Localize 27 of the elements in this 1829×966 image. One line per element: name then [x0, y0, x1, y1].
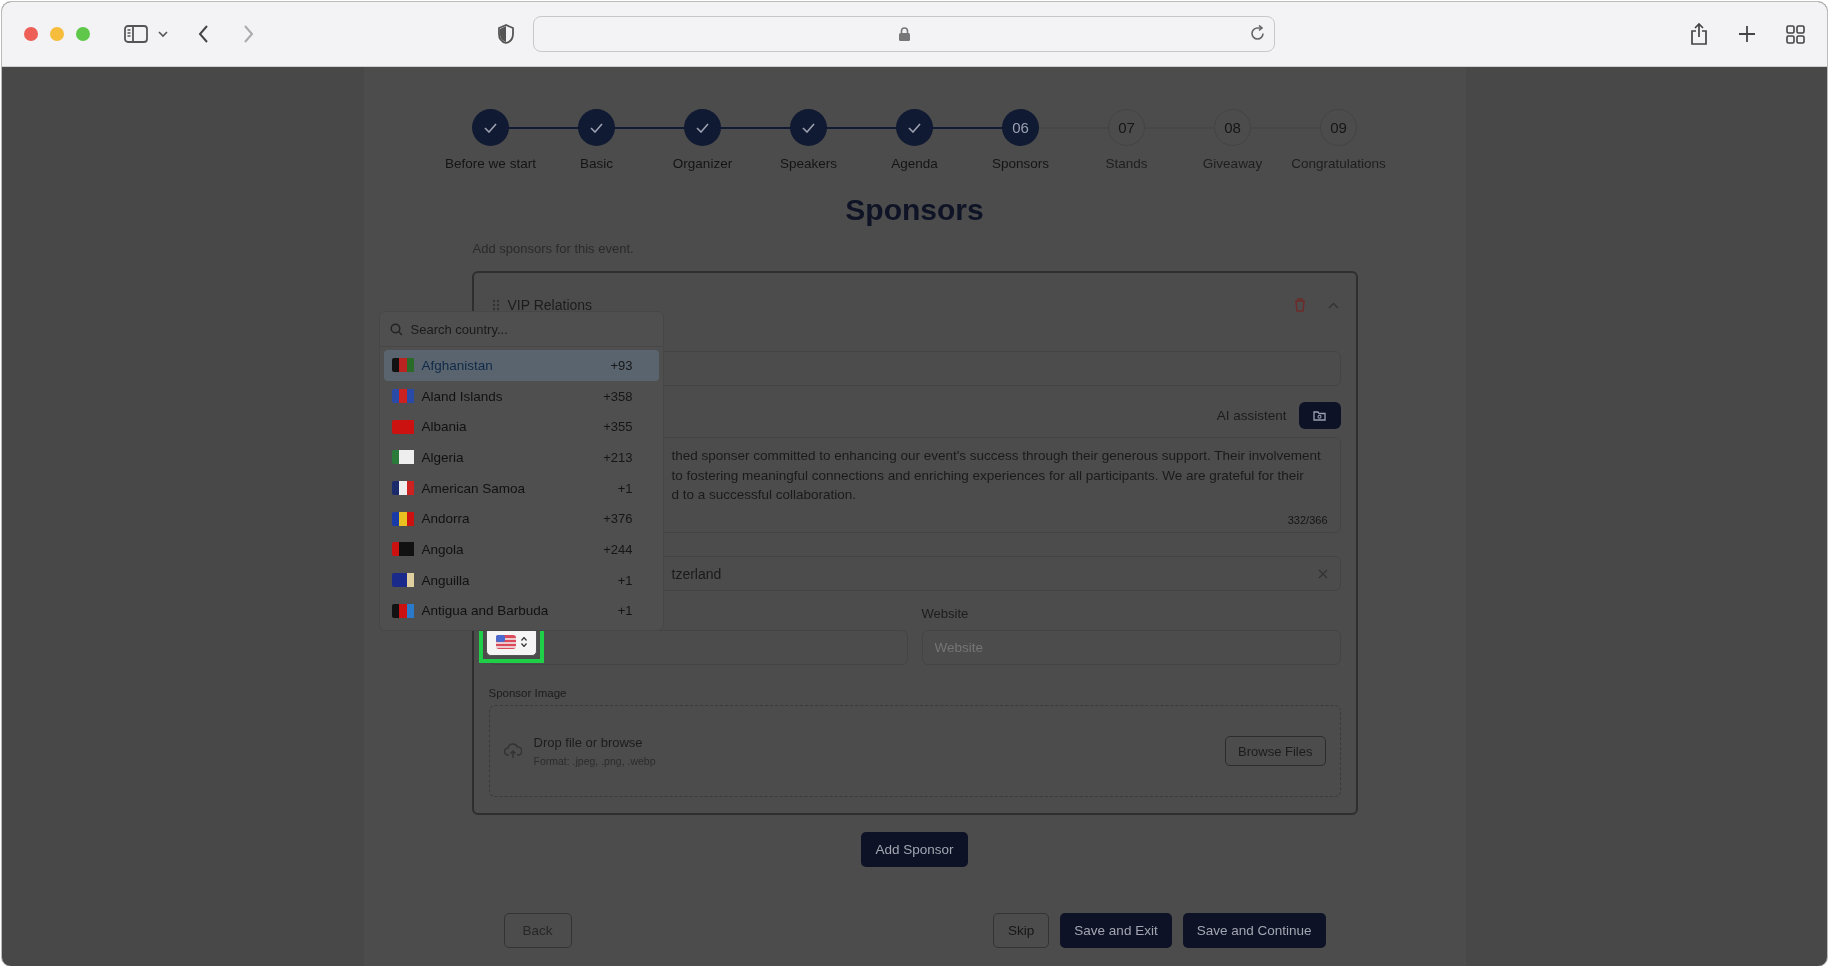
country-name: Andorra [421, 511, 470, 527]
country-name: Aland Islands [421, 388, 503, 404]
step-label: Agenda [891, 156, 938, 171]
dial-code: +355 [603, 419, 633, 435]
step-label: Sponsors [991, 156, 1049, 171]
country-name: Albania [421, 419, 467, 435]
country-name: Afghanistan [421, 357, 493, 373]
dial-code: +93 [610, 357, 633, 373]
country-name: Antigua and Barbuda [421, 603, 549, 619]
dial-code: +376 [603, 511, 633, 527]
step-label: Before we start [445, 156, 536, 171]
dial-code: +1 [617, 603, 633, 619]
step-label: Speakers [779, 156, 837, 171]
country-name: Anguilla [421, 572, 470, 588]
page-title: Sponsors [845, 193, 984, 227]
dial-code: +1 [617, 572, 633, 588]
dial-code: +1 [617, 480, 633, 496]
step-label: Organizer [672, 156, 733, 171]
country-name: Algeria [421, 449, 464, 465]
dial-code: +213 [603, 449, 633, 465]
step-circle: 06 [1002, 109, 1039, 146]
dial-code: +244 [603, 541, 633, 557]
dial-code: +358 [603, 388, 633, 404]
country-name: American Samoa [421, 480, 526, 496]
step-label: Basic [580, 156, 613, 171]
country-name: Angola [421, 541, 464, 557]
step-circle: 08 [1214, 109, 1251, 146]
